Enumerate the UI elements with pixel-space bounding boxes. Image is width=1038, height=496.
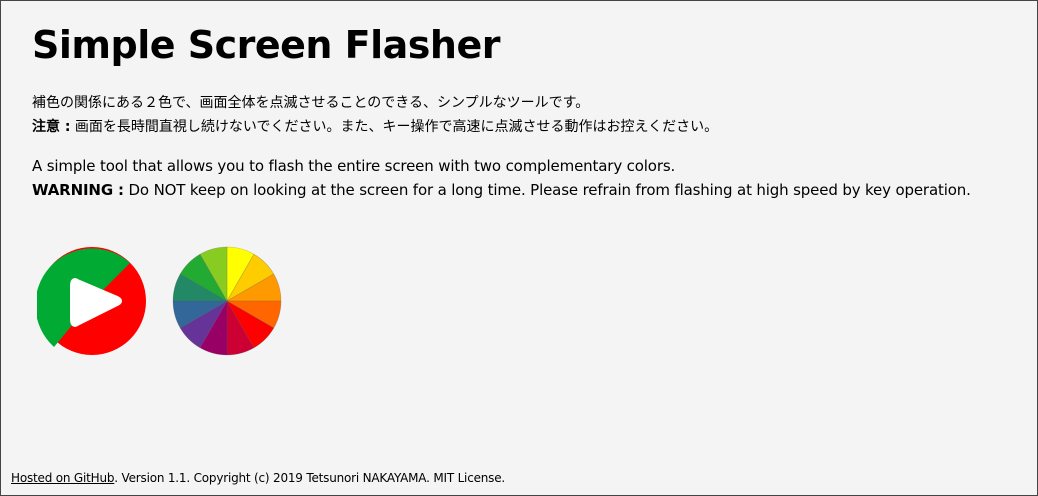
description-en-line: A simple tool that allows you to flash t… xyxy=(32,157,676,175)
description-ja-line: 補色の関係にある２色で、画面全体を点滅させることのできる、シンプルなツールです。 xyxy=(32,95,590,111)
warning-ja-line: 注意 : 画面を長時間直視し続けないでください。また、キー操作で高速に点滅させる… xyxy=(32,115,718,139)
play-button[interactable] xyxy=(37,246,147,356)
github-link[interactable]: Hosted on GitHub xyxy=(11,471,114,485)
warning-en-line: WARNING : Do NOT keep on looking at the … xyxy=(32,178,971,202)
warning-en-text: Do NOT keep on looking at the screen for… xyxy=(123,181,971,199)
warning-en-label: WARNING : xyxy=(32,181,124,199)
description-english: A simple tool that allows you to flash t… xyxy=(32,154,971,202)
description-japanese: 補色の関係にある２色で、画面全体を点滅させることのできる、シンプルなツールです。… xyxy=(32,91,718,139)
footer-text: . Version 1.1. Copyright (c) 2019 Tetsun… xyxy=(114,471,506,485)
warning-ja-label: 注意 : xyxy=(32,119,71,135)
color-wheel-icon xyxy=(172,246,282,356)
footer: Hosted on GitHub. Version 1.1. Copyright… xyxy=(11,469,505,487)
page-title: Simple Screen Flasher xyxy=(32,23,501,67)
warning-ja-text: 画面を長時間直視し続けないでください。また、キー操作で高速に点滅させる動作はお控… xyxy=(70,119,719,135)
color-wheel-button[interactable] xyxy=(172,246,282,356)
